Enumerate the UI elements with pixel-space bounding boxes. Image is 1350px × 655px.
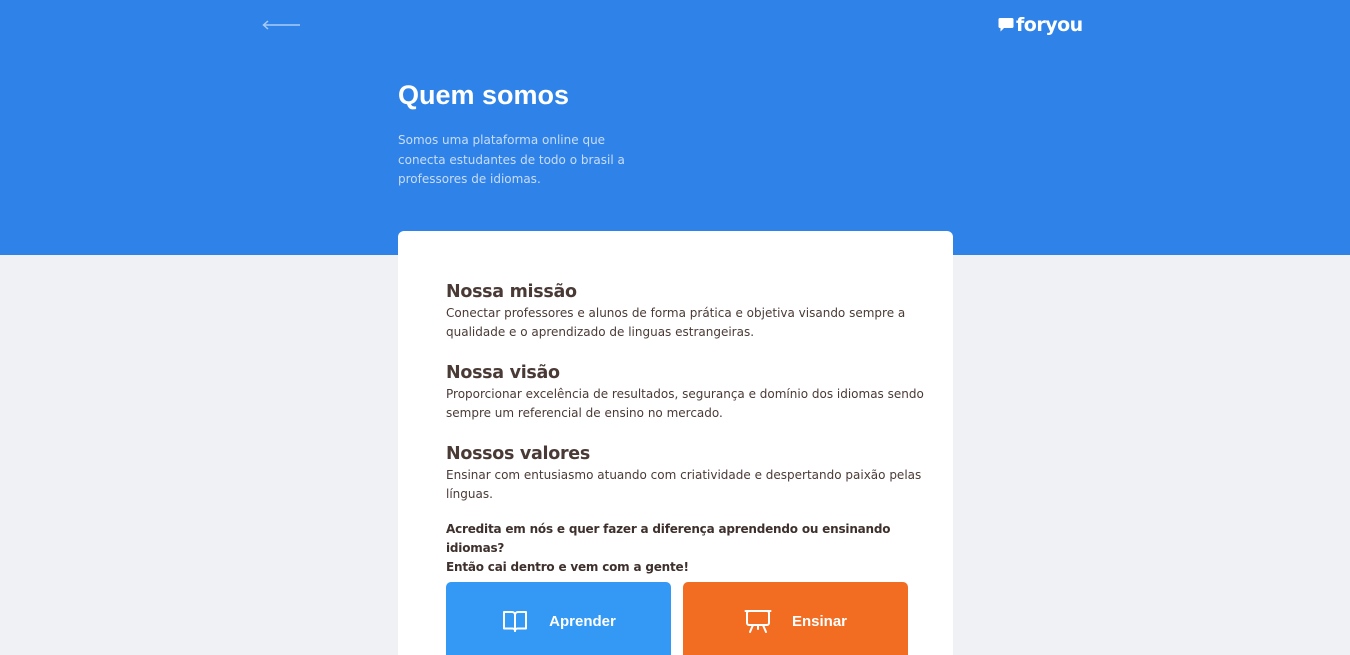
vision-title: Nossa visão (446, 363, 560, 383)
learn-button-label: Aprender (549, 612, 616, 630)
vision-section: Nossa visão Proporcionar excelência de r… (446, 361, 926, 422)
hero-banner (0, 0, 1350, 255)
open-book-icon (503, 611, 528, 632)
page-subtitle: Somos uma plataforma online que conecta … (398, 133, 625, 186)
values-section: Nossos valores Ensinar com entusiasmo at… (446, 442, 926, 503)
about-card: Nossa missão Conectar professores e alun… (398, 231, 953, 655)
values-text: Ensinar com entusiasmo atuando com criat… (446, 468, 922, 501)
learn-button[interactable]: Aprender (446, 582, 671, 655)
logo-text: foryou (1016, 14, 1083, 36)
cta-line-2: Então cai dentro e vem com a gente! (446, 560, 689, 574)
chat-bubble-icon (998, 18, 1014, 32)
page-title: Quem somos (398, 80, 570, 110)
arrow-left-icon (262, 20, 300, 30)
back-button[interactable] (260, 14, 304, 36)
teach-button[interactable]: Ensinar (683, 582, 908, 655)
mission-section: Nossa missão Conectar professores e alun… (446, 280, 926, 341)
vision-text: Proporcionar excelência de resultados, s… (446, 387, 924, 420)
values-title: Nossos valores (446, 444, 590, 464)
cta-line-1: Acredita em nós e quer fazer a diferença… (446, 522, 891, 555)
mission-title: Nossa missão (446, 282, 577, 302)
teach-button-label: Ensinar (791, 612, 848, 630)
call-to-action-text: Acredita em nós e quer fazer a diferença… (446, 520, 926, 577)
presentation-board-icon (744, 610, 772, 633)
logo[interactable]: foryou (998, 12, 1083, 38)
mission-text: Conectar professores e alunos de forma p… (446, 306, 906, 339)
